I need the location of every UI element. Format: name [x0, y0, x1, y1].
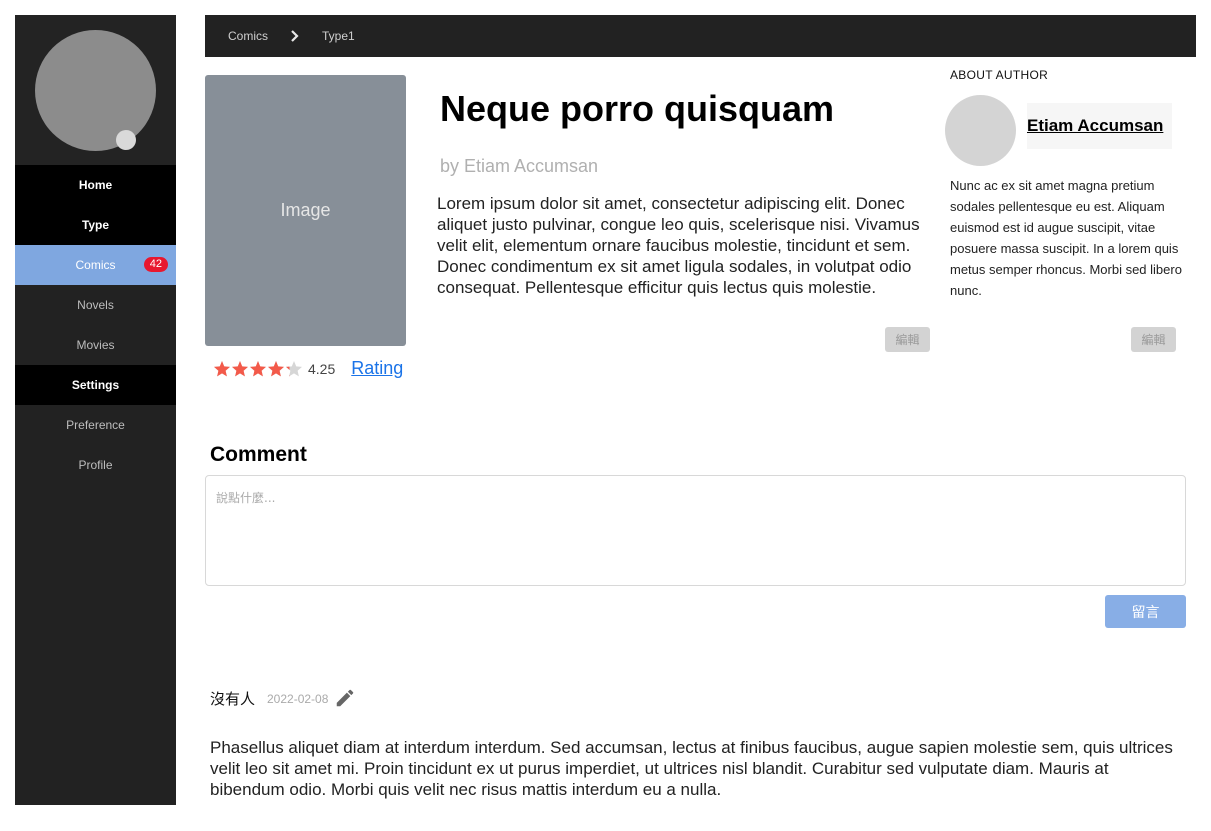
sidebar-item-label: Profile	[78, 458, 113, 472]
sidebar-item-type[interactable]: Type	[15, 205, 176, 245]
chevron-right-icon	[290, 30, 300, 42]
comment-heading: Comment	[210, 443, 307, 466]
author-bio: Nunc ac ex sit amet magna pretium sodale…	[950, 178, 1182, 298]
sidebar-item-label: Comics	[75, 258, 116, 272]
comment-text: Phasellus aliquet diam at interdum inter…	[210, 738, 1173, 799]
breadcrumb-item-comics[interactable]: Comics	[228, 29, 268, 43]
star-icon	[232, 360, 248, 376]
comment-author: 沒有人	[210, 690, 256, 708]
sidebar: Home Type Comics 42 Novels Movies Settin…	[15, 15, 176, 805]
pencil-icon[interactable]	[334, 687, 356, 709]
star-icon	[214, 360, 230, 376]
sidebar-item-label: Movies	[76, 338, 115, 352]
sidebar-profile	[15, 15, 176, 165]
sidebar-item-label: Preference	[66, 418, 125, 432]
comment-input[interactable]	[205, 475, 1186, 586]
about-author-label: ABOUT AUTHOR	[950, 68, 1049, 82]
author-name-box: Etiam Accumsan	[1027, 103, 1172, 149]
author-name-link[interactable]: Etiam Accumsan	[1027, 116, 1163, 136]
avatar[interactable]	[35, 30, 156, 151]
page-title: Neque porro quisquam	[440, 88, 835, 129]
rating-row: 4.25 Rating	[213, 358, 403, 379]
sidebar-item-label: Settings	[71, 378, 120, 392]
submit-comment-button[interactable]: 留言	[1105, 595, 1186, 628]
sidebar-item-profile[interactable]: Profile	[15, 445, 176, 485]
cover-placeholder-label: Image	[280, 200, 331, 220]
star-icon	[286, 360, 302, 376]
star-icon	[268, 360, 284, 376]
sidebar-item-label: Home	[78, 178, 113, 192]
status-dot-icon	[116, 130, 136, 150]
book-byline: by Etiam Accumsan	[440, 156, 599, 176]
breadcrumb-item-type1[interactable]: Type1	[322, 29, 355, 43]
cover-image: Image	[205, 75, 406, 346]
rating-stars	[213, 360, 303, 378]
rating-link[interactable]: Rating	[351, 358, 403, 379]
book-description: Lorem ipsum dolor sit amet, consectetur …	[437, 194, 920, 297]
sidebar-item-preference[interactable]: Preference	[15, 405, 176, 445]
author-avatar[interactable]	[945, 95, 1016, 166]
count-badge: 42	[143, 257, 168, 272]
star-icon	[250, 360, 266, 376]
sidebar-item-movies[interactable]: Movies	[15, 325, 176, 365]
edit-author-button[interactable]: 編輯	[1131, 327, 1176, 352]
sidebar-item-label: Novels	[77, 298, 114, 312]
comment-date: 2022-02-08	[267, 692, 329, 706]
sidebar-item-novels[interactable]: Novels	[15, 285, 176, 325]
sidebar-item-settings[interactable]: Settings	[15, 365, 176, 405]
sidebar-item-label: Type	[81, 218, 110, 232]
rating-value: 4.25	[308, 360, 336, 377]
edit-description-button[interactable]: 編輯	[885, 327, 930, 352]
sidebar-item-home[interactable]: Home	[15, 165, 176, 205]
sidebar-item-comics[interactable]: Comics 42	[15, 245, 176, 285]
breadcrumb: Comics Type1	[205, 15, 1196, 57]
